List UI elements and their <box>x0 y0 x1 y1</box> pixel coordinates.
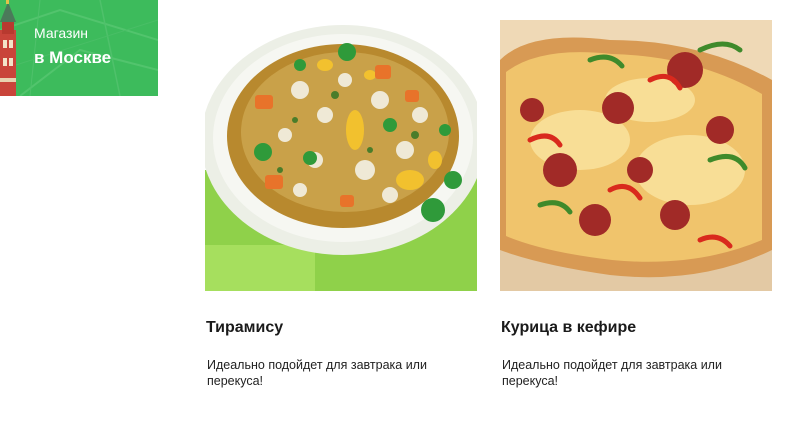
pepperoni-pizza-photo[interactable] <box>500 20 772 291</box>
product-title[interactable]: Курица в кефире <box>500 318 772 338</box>
store-badge-label: Магазин <box>34 25 89 41</box>
store-badge-city: в Москве <box>34 48 112 67</box>
product-card: Курица в кефире Идеально подойдет для за… <box>500 20 772 389</box>
product-title[interactable]: Тирамису <box>205 318 477 338</box>
product-description: Идеально подойдет для завтрака или перек… <box>207 358 427 388</box>
kremlin-tower-icon <box>0 0 16 96</box>
product-description: Идеально подойдет для завтрака или перек… <box>502 358 722 388</box>
vegetable-soup-photo[interactable] <box>205 20 477 291</box>
store-location-badge[interactable]: Магазин в Москве <box>0 0 158 96</box>
product-card: Тирамису Идеально подойдет для завтрака … <box>205 20 477 389</box>
